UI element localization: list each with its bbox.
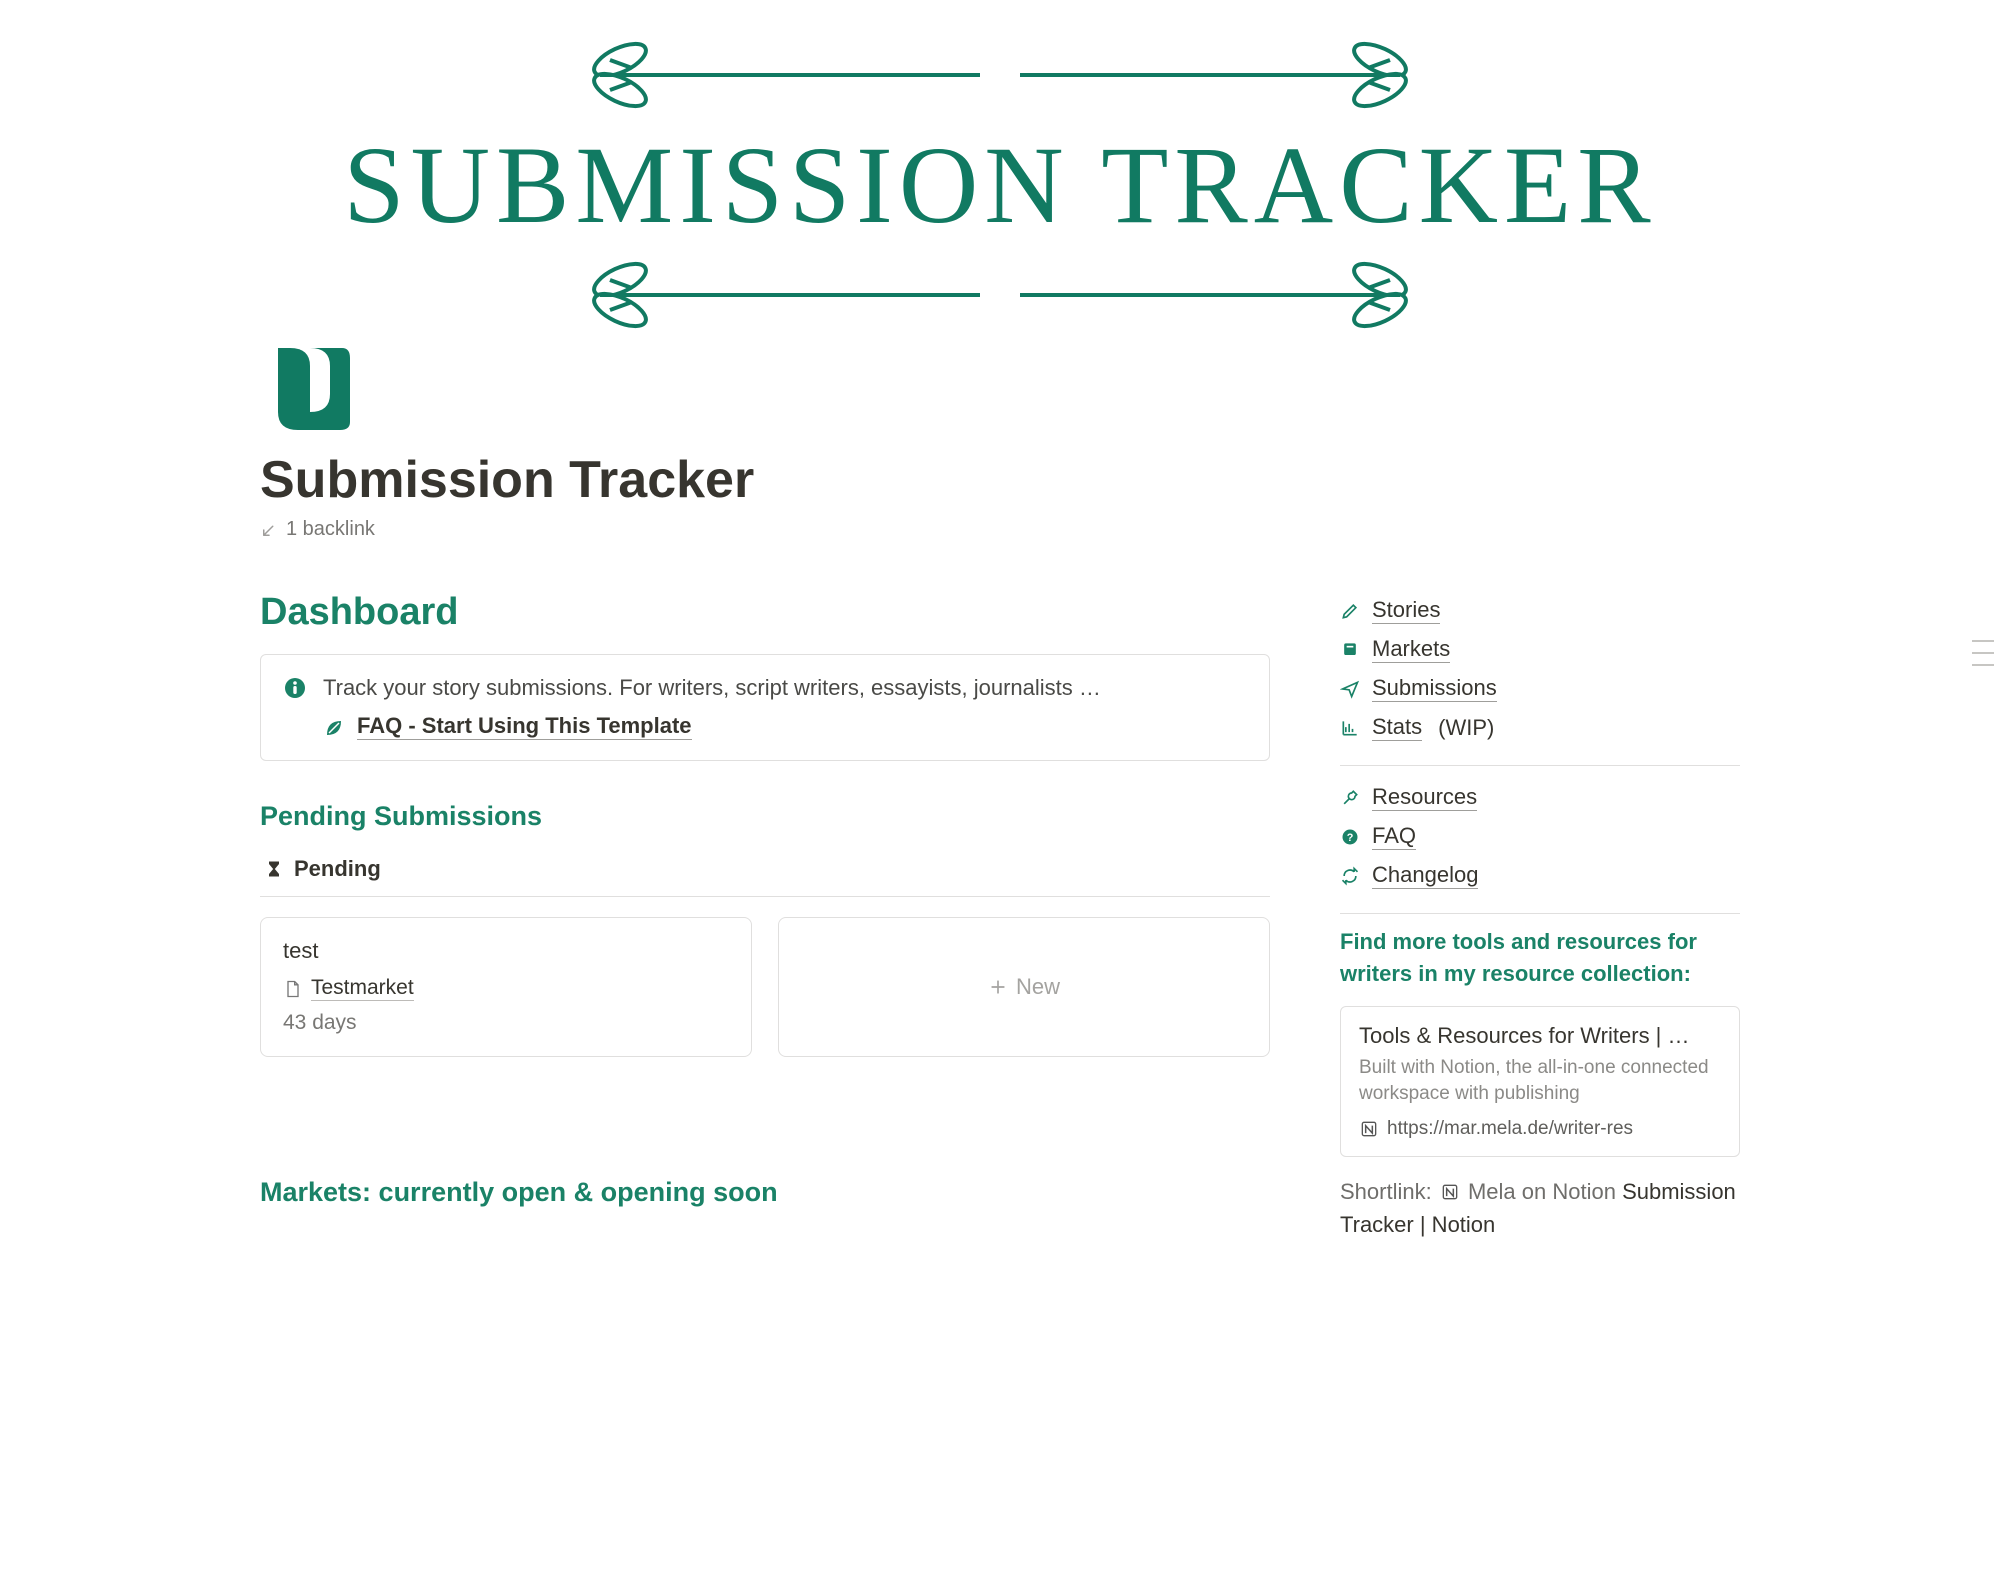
send-icon [1340,679,1360,699]
sidebar-label: Stories [1372,597,1440,624]
hero-ornament-bottom [100,260,1900,330]
sidebar-item-markets[interactable]: Markets [1340,630,1740,669]
leaf-divider-right-icon [1020,40,1440,110]
plus-icon [988,977,1008,997]
sidebar-divider [1340,765,1740,766]
sidebar-item-changelog[interactable]: Changelog [1340,856,1740,895]
notion-icon [1359,1119,1379,1139]
pending-heading: Pending Submissions [260,801,1270,832]
main-column: Dashboard Track your story submissions. … [260,591,1270,1226]
sidebar-note: Find more tools and resources for writer… [1340,926,1740,990]
card-market-link[interactable]: Testmarket [283,976,729,1001]
page-icon[interactable] [260,340,360,440]
markets-heading: Markets: currently open & opening soon [260,1177,1270,1208]
leaf-divider-right-icon [1020,260,1440,330]
hourglass-icon [264,859,284,879]
faq-leaf-icon [323,715,347,739]
hero-title: SUBMISSION TRACKER [100,120,1900,250]
bookmark-url: https://mar.mela.de/writer-res [1387,1118,1633,1140]
card-market-label: Testmarket [311,976,414,1001]
faq-link[interactable]: FAQ - Start Using This Template [357,713,692,740]
bookmark-url-row: https://mar.mela.de/writer-res [1359,1118,1721,1140]
shortlink-row: Shortlink: Mela on Notion Submission Tra… [1340,1175,1740,1241]
hero-ornament-top [100,40,1900,110]
pending-view-label: Pending [294,856,381,882]
sidebar-label: Markets [1372,636,1450,663]
bookmark-desc: Built with Notion, the all-in-one connec… [1359,1055,1721,1108]
pending-cards-row: test Testmarket 43 days New [260,917,1270,1057]
sidebar-column: Stories Markets Submissions Stats (WIP) [1340,591,1740,1241]
sidebar-label: Stats [1372,714,1422,741]
hero-banner: SUBMISSION TRACKER [0,0,2000,360]
intro-callout: Track your story submissions. For writer… [260,654,1270,761]
page-icon [283,979,303,999]
sidebar-group-1: Stories Markets Submissions Stats (WIP) [1340,591,1740,747]
backlinks-label: 1 backlink [286,518,375,541]
backlink-icon [260,521,278,539]
pending-view-tab[interactable]: Pending [260,850,1270,897]
card-days: 43 days [283,1011,729,1035]
question-icon: ? [1340,827,1360,847]
sidebar-item-faq[interactable]: ? FAQ [1340,817,1740,856]
sidebar-item-stats[interactable]: Stats (WIP) [1340,708,1740,747]
pencil-icon [1340,601,1360,621]
bookmark-card[interactable]: Tools & Resources for Writers | … Built … [1340,1006,1740,1157]
sidebar-group-2: Resources ? FAQ Changelog [1340,778,1740,895]
sidebar-item-stories[interactable]: Stories [1340,591,1740,630]
new-card-button[interactable]: New [778,917,1270,1057]
sidebar-item-resources[interactable]: Resources [1340,778,1740,817]
backlinks-row[interactable]: 1 backlink [260,518,1740,541]
svg-text:?: ? [1347,832,1354,844]
new-card-label: New [1016,974,1060,1000]
sidebar-item-submissions[interactable]: Submissions [1340,669,1740,708]
tracker-logo-icon [260,340,360,440]
wrench-icon [1340,788,1360,808]
card-title: test [283,938,729,964]
sidebar-suffix: (WIP) [1438,715,1494,741]
sidebar-label: Changelog [1372,862,1478,889]
page-outline-marks[interactable] [1972,640,1994,666]
refresh-icon [1340,866,1360,886]
chart-icon [1340,718,1360,738]
pending-card[interactable]: test Testmarket 43 days [260,917,752,1057]
shortlink-prefix: Shortlink: [1340,1179,1432,1204]
sidebar-label: FAQ [1372,823,1416,850]
bookmark-icon [1340,640,1360,660]
shortlink-text1: Mela on Notion [1468,1179,1616,1204]
callout-text: Track your story submissions. For writer… [323,675,1101,701]
leaf-divider-left-icon [560,260,980,330]
page-title: Submission Tracker [260,450,1740,510]
info-icon [283,676,307,700]
sidebar-label: Submissions [1372,675,1497,702]
sidebar-label: Resources [1372,784,1477,811]
sidebar-divider [1340,913,1740,914]
bookmark-title: Tools & Resources for Writers | … [1359,1023,1721,1049]
leaf-divider-left-icon [560,40,980,110]
dashboard-heading: Dashboard [260,591,1270,634]
notion-icon [1440,1182,1460,1202]
